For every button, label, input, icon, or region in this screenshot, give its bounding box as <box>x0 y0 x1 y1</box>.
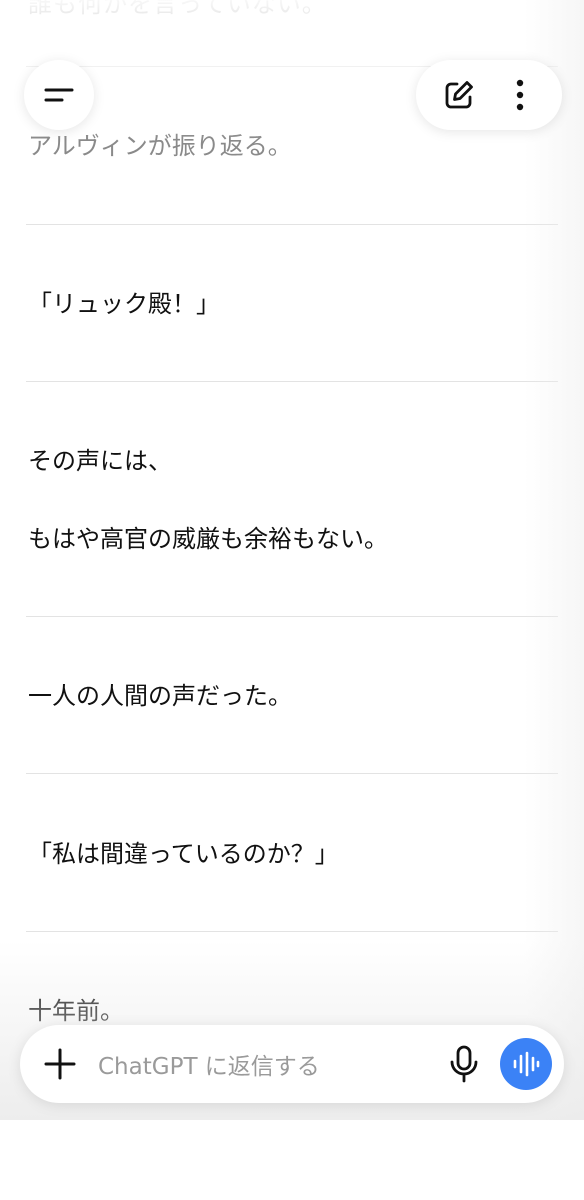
divider <box>26 381 558 382</box>
voice-mode-button[interactable] <box>500 1038 552 1090</box>
plus-icon <box>44 1048 76 1080</box>
right-fade <box>524 0 584 1120</box>
sidebar-menu-button[interactable] <box>24 60 94 130</box>
message-paragraph: その声には、 <box>28 447 172 475</box>
bottom-safe-area <box>0 1120 584 1200</box>
attach-button[interactable] <box>38 1042 82 1086</box>
divider <box>26 224 558 225</box>
new-chat-button[interactable] <box>437 73 481 117</box>
message-composer[interactable]: ChatGPT に返信する <box>20 1025 564 1103</box>
partial-message-text: 誰も何かを言っていない。 <box>28 0 327 18</box>
composer-input[interactable]: ChatGPT に返信する <box>98 1047 442 1081</box>
message-paragraph: もはや高官の威厳も余裕もない。 <box>28 525 388 553</box>
more-vertical-icon <box>516 79 523 111</box>
message-paragraph: 十年前。 <box>28 997 124 1025</box>
divider <box>26 616 558 617</box>
divider <box>26 931 558 932</box>
message-paragraph: 「リュック殿！」 <box>28 290 220 318</box>
divider <box>26 773 558 774</box>
conversation-content: 誰も何かを言っていない。 アルヴィンが振り返る。 「リュック殿！」 その声には、… <box>0 0 584 1120</box>
dictate-button[interactable] <box>442 1042 486 1086</box>
edit-icon <box>445 81 473 109</box>
voice-mode-icon <box>513 1051 540 1077</box>
menu-icon <box>44 88 74 102</box>
mic-icon <box>450 1045 478 1083</box>
message-paragraph: 「私は間違っているのか？」 <box>28 840 339 868</box>
header-actions <box>416 60 562 130</box>
message-paragraph: 一人の人間の声だった。 <box>28 682 292 710</box>
message-paragraph: アルヴィンが振り返る。 <box>28 132 292 160</box>
more-options-button[interactable] <box>498 73 542 117</box>
